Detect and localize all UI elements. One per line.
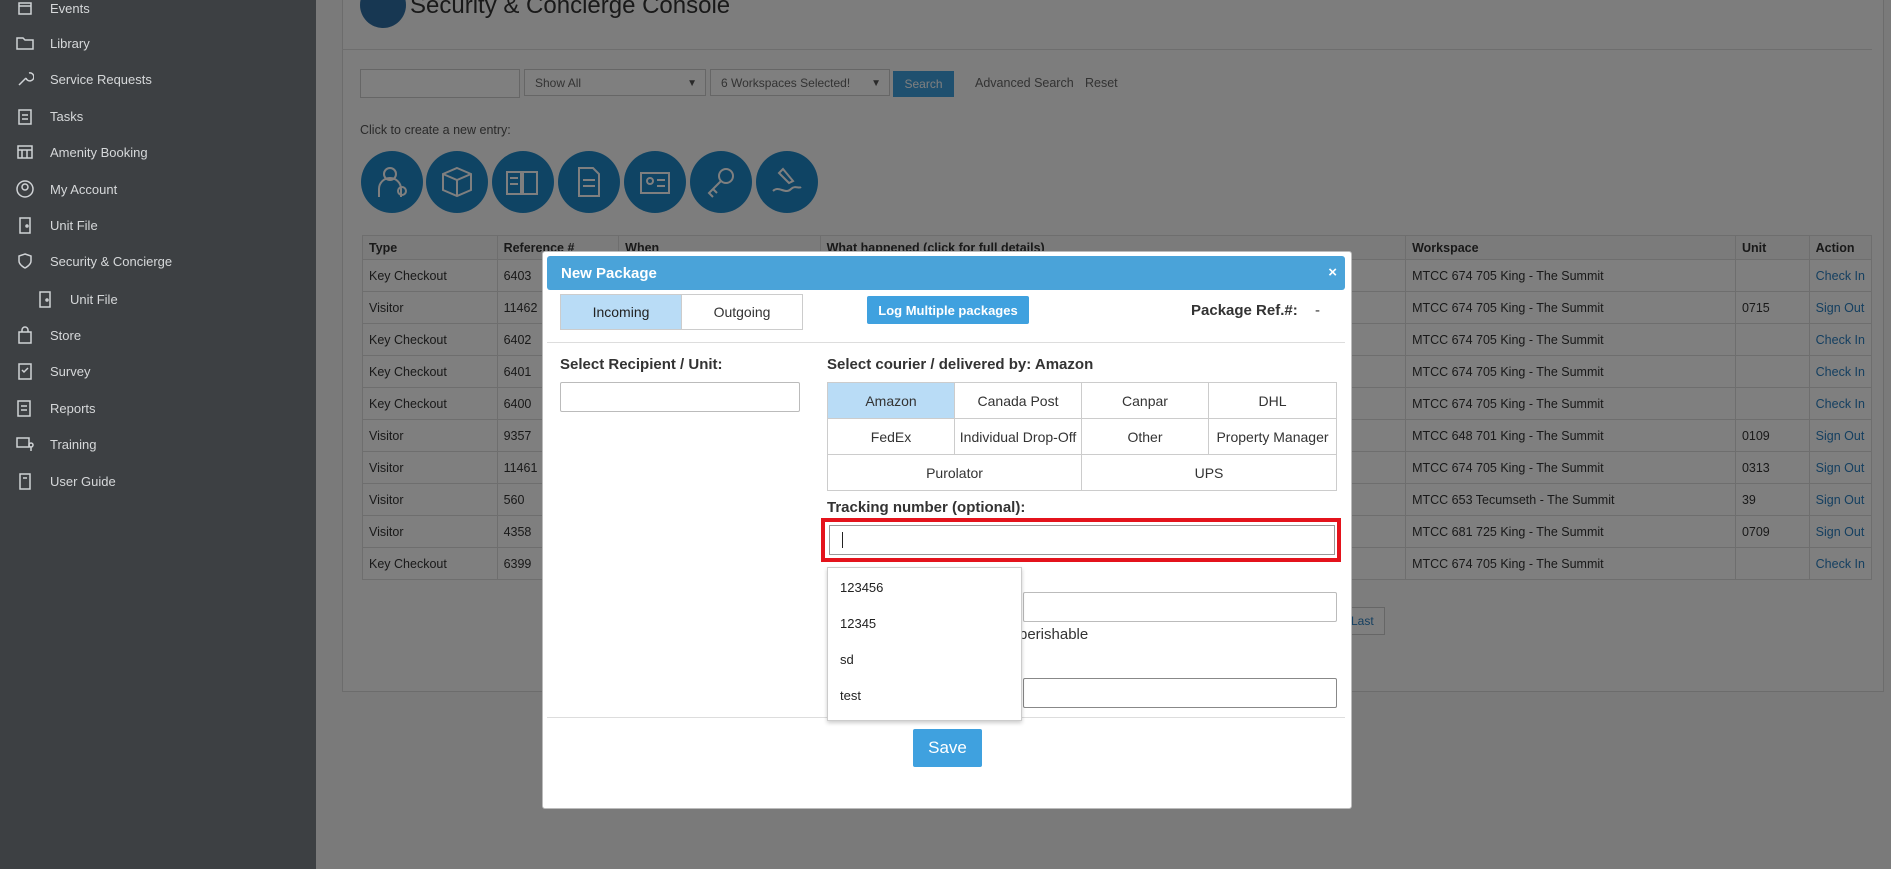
- sidebar-item-service-requests[interactable]: Service Requests: [0, 61, 152, 97]
- courier-canada-post[interactable]: Canada Post: [955, 383, 1082, 419]
- wrench-icon: [14, 70, 36, 88]
- suggestion-item[interactable]: 123456: [840, 580, 883, 595]
- sidebar: Events Library Service Requests Tasks Am…: [0, 0, 316, 869]
- notes-input[interactable]: [1023, 678, 1337, 708]
- tab-outgoing[interactable]: Outgoing: [681, 294, 803, 330]
- sidebar-item-user-guide[interactable]: User Guide: [0, 463, 116, 499]
- clipboard-icon: [14, 107, 36, 125]
- sidebar-item-label: Service Requests: [50, 71, 152, 87]
- sidebar-item-label: Store: [50, 327, 82, 343]
- sidebar-item-label: Amenity Booking: [50, 144, 148, 160]
- sidebar-item-label: Security & Concierge: [50, 253, 173, 269]
- suggestion-item[interactable]: 12345: [840, 616, 876, 631]
- modal-header: New Package ×: [547, 256, 1345, 290]
- sidebar-item-label: Training: [50, 436, 97, 452]
- new-package-modal: New Package × Incoming Outgoing Log Mult…: [542, 251, 1352, 809]
- courier-property-manager[interactable]: Property Manager: [1209, 419, 1336, 455]
- door-icon: [14, 216, 36, 234]
- folder-icon: [14, 34, 36, 52]
- sidebar-item-survey[interactable]: Survey: [0, 353, 90, 389]
- sidebar-item-label: Survey: [50, 363, 91, 379]
- suggestion-item[interactable]: test: [840, 688, 861, 703]
- tracking-label: Tracking number (optional):: [827, 499, 1026, 516]
- sidebar-item-tasks[interactable]: Tasks: [0, 98, 83, 134]
- text-cursor: [842, 532, 843, 548]
- recipient-input[interactable]: [560, 382, 800, 412]
- sidebar-item-label: Events: [50, 0, 90, 16]
- package-ref-value: -: [1315, 302, 1320, 319]
- guide-icon: [14, 472, 36, 490]
- user-circle-icon: [14, 180, 36, 198]
- suggestion-item[interactable]: sd: [840, 652, 854, 667]
- sidebar-item-unit-file[interactable]: Unit File: [0, 207, 98, 243]
- sidebar-item-security-concierge[interactable]: Security & Concierge: [0, 243, 172, 279]
- perishable-label: perishable: [1019, 626, 1089, 643]
- sidebar-item-label: Unit File: [70, 291, 118, 307]
- door-icon: [34, 290, 56, 308]
- courier-amazon[interactable]: Amazon: [828, 383, 955, 419]
- sidebar-item-reports[interactable]: Reports: [0, 390, 96, 426]
- recipient-label: Select Recipient / Unit:: [560, 356, 723, 373]
- courier-ups[interactable]: UPS: [1082, 455, 1336, 491]
- courier-label: Select courier / delivered by: Amazon: [827, 356, 1093, 373]
- sidebar-item-amenity-booking[interactable]: Amenity Booking: [0, 134, 148, 170]
- survey-icon: [14, 362, 36, 380]
- sidebar-item-store[interactable]: Store: [0, 317, 81, 353]
- tracking-number-input[interactable]: [829, 525, 1335, 555]
- hidden-field-input[interactable]: [1023, 592, 1337, 622]
- sidebar-item-my-account[interactable]: My Account: [0, 171, 117, 207]
- sidebar-item-label: My Account: [50, 181, 118, 197]
- calendar-grid-icon: [14, 143, 36, 161]
- modal-title: New Package: [561, 264, 657, 282]
- courier-individual-drop-off[interactable]: Individual Drop-Off: [955, 419, 1082, 455]
- log-multiple-packages-button[interactable]: Log Multiple packages: [867, 296, 1029, 324]
- package-ref-label: Package Ref.#:: [1191, 302, 1298, 319]
- sidebar-item-label: Reports: [50, 400, 96, 416]
- sidebar-item-label: User Guide: [50, 473, 116, 489]
- sidebar-item-training[interactable]: Training: [0, 426, 96, 462]
- save-button[interactable]: Save: [913, 729, 982, 767]
- courier-selected-value: Amazon: [1034, 356, 1094, 373]
- training-icon: [14, 435, 36, 453]
- shield-icon: [14, 252, 36, 270]
- courier-label-text: Select courier / delivered by:: [827, 356, 1032, 373]
- courier-canpar[interactable]: Canpar: [1082, 383, 1209, 419]
- close-icon[interactable]: ×: [1328, 264, 1337, 281]
- sidebar-item-label: Tasks: [50, 108, 84, 124]
- tab-incoming[interactable]: Incoming: [560, 294, 682, 330]
- sidebar-item-label: Library: [50, 35, 90, 51]
- sidebar-item-label: Unit File: [50, 217, 98, 233]
- tracking-suggestions-dropdown: 123456 12345 sd test: [827, 567, 1022, 721]
- courier-grid: Amazon Canada Post Canpar DHL FedEx Indi…: [827, 382, 1337, 491]
- sidebar-item-events[interactable]: Events: [0, 0, 90, 26]
- sidebar-item-library[interactable]: Library: [0, 25, 90, 61]
- courier-dhl[interactable]: DHL: [1209, 383, 1336, 419]
- divider: [547, 342, 1345, 343]
- bag-icon: [14, 326, 36, 344]
- courier-other[interactable]: Other: [1082, 419, 1209, 455]
- courier-purolator[interactable]: Purolator: [828, 455, 1082, 491]
- sidebar-subitem-unit-file[interactable]: Unit File: [0, 281, 118, 317]
- courier-fedex[interactable]: FedEx: [828, 419, 955, 455]
- calendar-icon: [14, 0, 36, 17]
- report-icon: [14, 399, 36, 417]
